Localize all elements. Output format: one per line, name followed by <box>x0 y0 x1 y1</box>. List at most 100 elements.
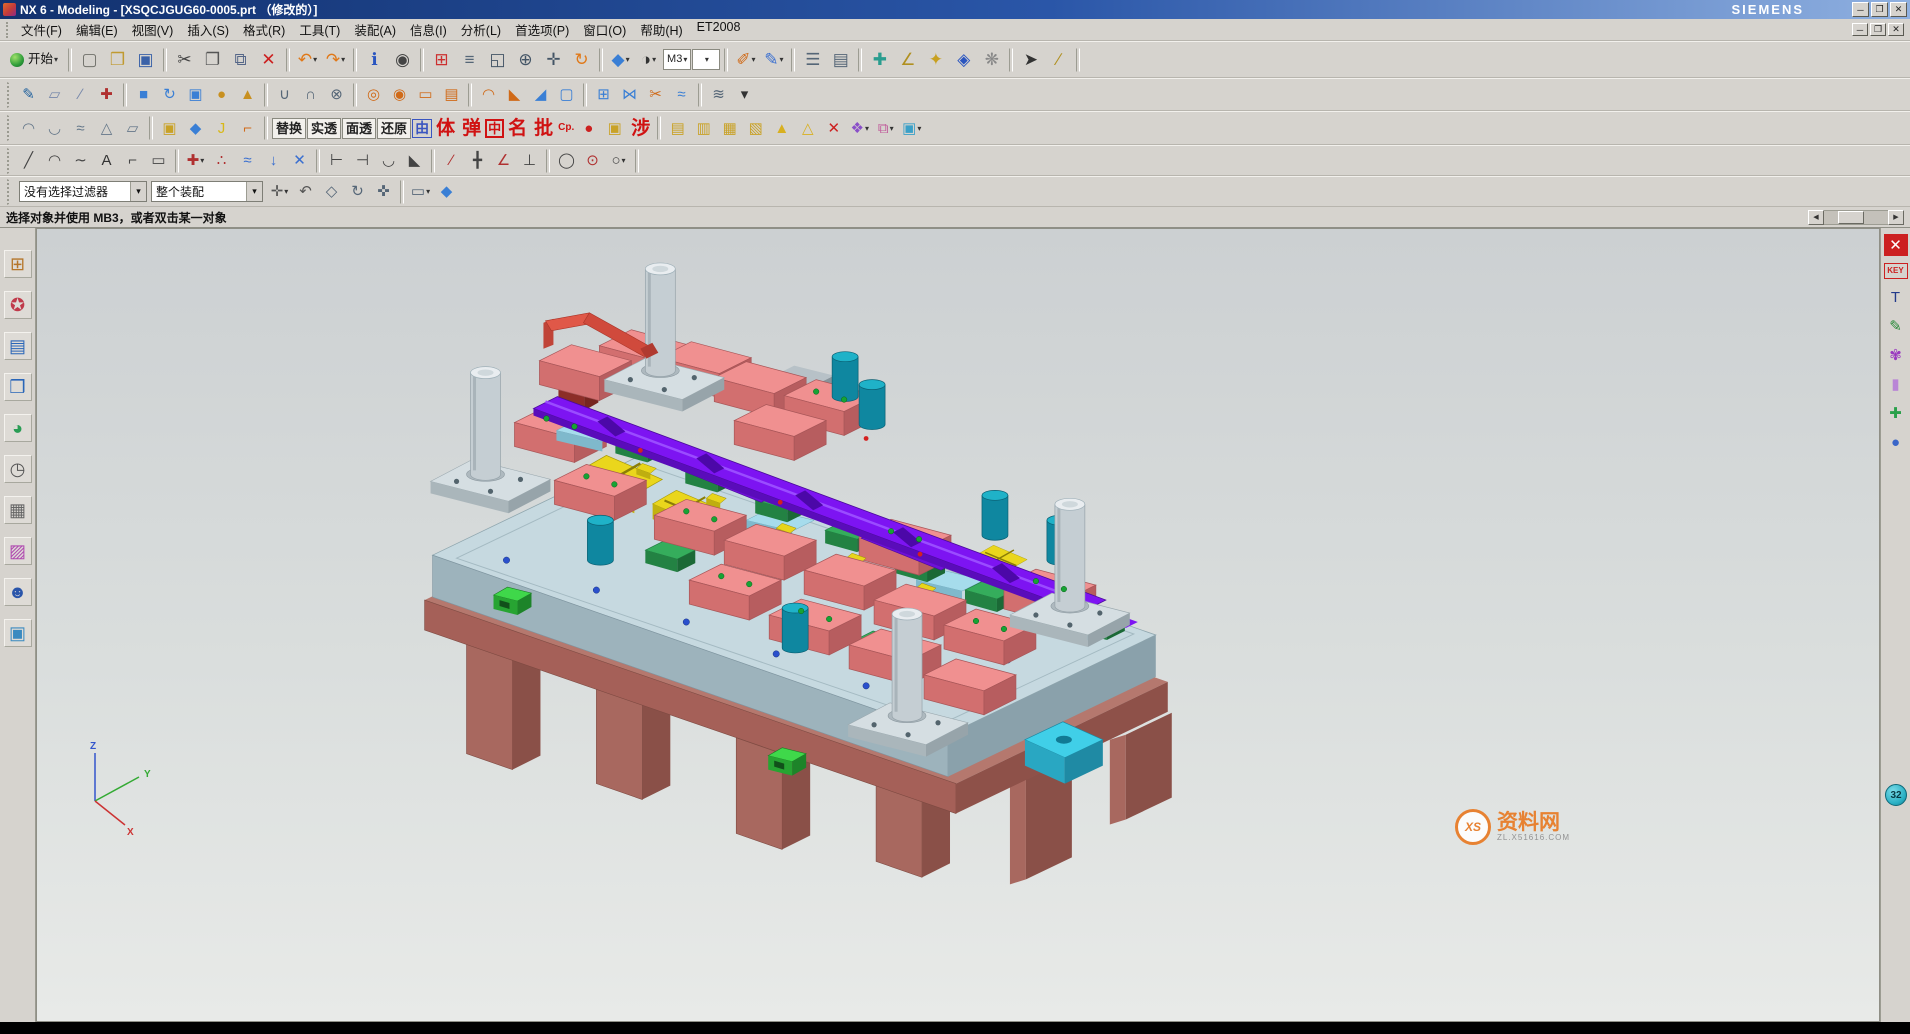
circle-icon[interactable]: ◯ <box>554 148 579 173</box>
n-sided-surface-icon[interactable]: △ <box>94 116 119 141</box>
mold-plate-4-icon[interactable]: ▧ <box>743 116 768 141</box>
mold-gem-icon[interactable]: ◆ <box>183 116 208 141</box>
scroll-track[interactable] <box>1824 210 1888 225</box>
csys-icon[interactable]: ✚ <box>866 46 893 73</box>
menu-preferences[interactable]: 首选项(P) <box>508 18 576 41</box>
pad-icon[interactable]: ▤ <box>439 82 464 107</box>
material-balls-icon[interactable]: ✾ <box>1884 344 1908 366</box>
center-button[interactable]: 中 <box>485 119 504 138</box>
view-m3-button[interactable]: M3 <box>663 49 691 70</box>
mirror-feature-icon[interactable]: ⋈ <box>617 82 642 107</box>
arc-icon[interactable]: ◠ <box>42 148 67 173</box>
rectangle-icon[interactable]: ▭ <box>146 148 171 173</box>
close-button[interactable]: ✕ <box>1890 2 1907 17</box>
spring-button[interactable]: 弹 <box>459 116 484 141</box>
menu-analysis[interactable]: 分析(L) <box>454 18 508 41</box>
render-style-icon[interactable]: ◑ <box>635 46 662 73</box>
rotate-view-icon[interactable]: ↻ <box>568 46 595 73</box>
datum-axis-icon[interactable]: ∕ <box>68 82 93 107</box>
name-button[interactable]: 名 <box>505 116 530 141</box>
rectangle-select-icon[interactable]: ▭ <box>408 179 433 204</box>
mold-copy-icon[interactable]: ⧉ <box>873 116 898 141</box>
menu-edit[interactable]: 编辑(E) <box>69 18 125 41</box>
swept-surface-icon[interactable]: ◠ <box>16 116 41 141</box>
menu-view[interactable]: 视图(V) <box>125 18 181 41</box>
cp-button[interactable]: Cp. <box>557 116 575 141</box>
extrude-icon[interactable]: ■ <box>131 82 156 107</box>
bounded-plane-icon[interactable]: ▱ <box>120 116 145 141</box>
point-icon[interactable]: ✚ <box>94 82 119 107</box>
thread-icon[interactable]: ≋ <box>706 82 731 107</box>
menu-tools[interactable]: 工具(T) <box>292 18 347 41</box>
hole-icon[interactable]: ◎ <box>361 82 386 107</box>
draft-icon[interactable]: ◢ <box>528 82 553 107</box>
more-features-icon[interactable]: ▾ <box>732 82 757 107</box>
start-button[interactable]: 开始 <box>4 46 64 73</box>
project-curve-icon[interactable]: ↓ <box>261 148 286 173</box>
mold-plate-1-icon[interactable]: ▤ <box>665 116 690 141</box>
shaded-cube-icon[interactable]: ◆ <box>434 179 459 204</box>
layer-ball[interactable]: 32 <box>1885 784 1907 806</box>
doc-close-button[interactable]: ✕ <box>1888 23 1904 36</box>
boss-icon[interactable]: ◉ <box>387 82 412 107</box>
hd3d-tools-icon[interactable]: ◕ <box>4 414 32 442</box>
quick-extend-icon[interactable]: ╋ <box>465 148 490 173</box>
ruled-surface-icon[interactable]: ◡ <box>42 116 67 141</box>
selection-scope-dropdown[interactable]: 整个装配 ▾ <box>151 181 263 202</box>
chamfer-icon[interactable]: ◣ <box>502 82 527 107</box>
unite-icon[interactable]: ∪ <box>272 82 297 107</box>
doc-minimize-button[interactable]: ─ <box>1852 23 1868 36</box>
mold-sheet-icon[interactable]: ▣ <box>899 116 924 141</box>
undo-icon[interactable]: ↶ <box>294 46 321 73</box>
revolve-icon[interactable]: ↻ <box>157 82 182 107</box>
system-materials-icon[interactable]: ▦ <box>4 496 32 524</box>
cut-icon[interactable]: ✂ <box>171 46 198 73</box>
key-palette-icon[interactable]: KEY <box>1884 263 1908 279</box>
reuse-library-icon[interactable]: ❒ <box>4 373 32 401</box>
ellipse-icon[interactable]: ○ <box>606 148 631 173</box>
sphere-tool-icon[interactable]: ● <box>1884 431 1908 453</box>
intersect-icon[interactable]: ⊗ <box>324 82 349 107</box>
through-curves-icon[interactable]: ≈ <box>68 116 93 141</box>
close-panel-icon[interactable]: ✕ <box>1884 234 1908 256</box>
redo-icon[interactable]: ↷ <box>322 46 349 73</box>
view-blank-button[interactable] <box>692 49 720 70</box>
constraint-navigator-icon[interactable]: ✪ <box>4 291 32 319</box>
text-curve-icon[interactable]: A <box>94 148 119 173</box>
trim-curve-icon[interactable]: ⊢ <box>324 148 349 173</box>
work-cube-icon[interactable]: ◇ <box>319 179 344 204</box>
pattern-feature-icon[interactable]: ⊞ <box>591 82 616 107</box>
body-button[interactable]: 体 <box>433 116 458 141</box>
mold-angle-icon[interactable]: ▲ <box>769 116 794 141</box>
prompt-scrollbar[interactable]: ◀ ▶ <box>1808 210 1904 225</box>
internet-explorer-icon[interactable]: ▣ <box>4 619 32 647</box>
annotation-pencil-icon[interactable]: ✎ <box>1884 315 1908 337</box>
info-icon[interactable]: ℹ <box>361 46 388 73</box>
mold-plate-3-icon[interactable]: ▦ <box>717 116 742 141</box>
mold-warn-icon[interactable]: △ <box>795 116 820 141</box>
line-icon[interactable]: ╱ <box>16 148 41 173</box>
mold-delete-icon[interactable]: ✕ <box>821 116 846 141</box>
point-set-icon[interactable]: ∴ <box>209 148 234 173</box>
gem-icon[interactable]: ◈ <box>950 46 977 73</box>
sketch-point-icon[interactable]: ✚ <box>183 148 208 173</box>
measure-ruler-icon[interactable]: ∕ <box>1045 46 1072 73</box>
replace-button[interactable]: 替换 <box>272 118 306 139</box>
minimize-button[interactable]: ─ <box>1852 2 1869 17</box>
zoom-in-out-icon[interactable]: ⊕ <box>512 46 539 73</box>
open-file-icon[interactable]: ❒ <box>104 46 131 73</box>
menu-assemblies[interactable]: 装配(A) <box>347 18 403 41</box>
delete-icon[interactable]: ✕ <box>255 46 282 73</box>
angle-dim-icon[interactable]: ∠ <box>491 148 516 173</box>
snap-point-icon[interactable]: ✛ <box>267 179 292 204</box>
constraint-angle-icon[interactable]: ∠ <box>894 46 921 73</box>
chevron-down-icon[interactable]: ▾ <box>130 182 146 201</box>
menu-file[interactable]: 文件(F) <box>14 18 69 41</box>
solid-transparent-button[interactable]: 实透 <box>307 118 341 139</box>
spline-icon[interactable]: ∼ <box>68 148 93 173</box>
palette-icon[interactable]: ▨ <box>4 537 32 565</box>
layout-list-icon[interactable]: ▤ <box>827 46 854 73</box>
new-file-icon[interactable]: ▢ <box>76 46 103 73</box>
part-navigator-icon[interactable]: ▤ <box>4 332 32 360</box>
orbit-icon[interactable]: ↻ <box>345 179 370 204</box>
